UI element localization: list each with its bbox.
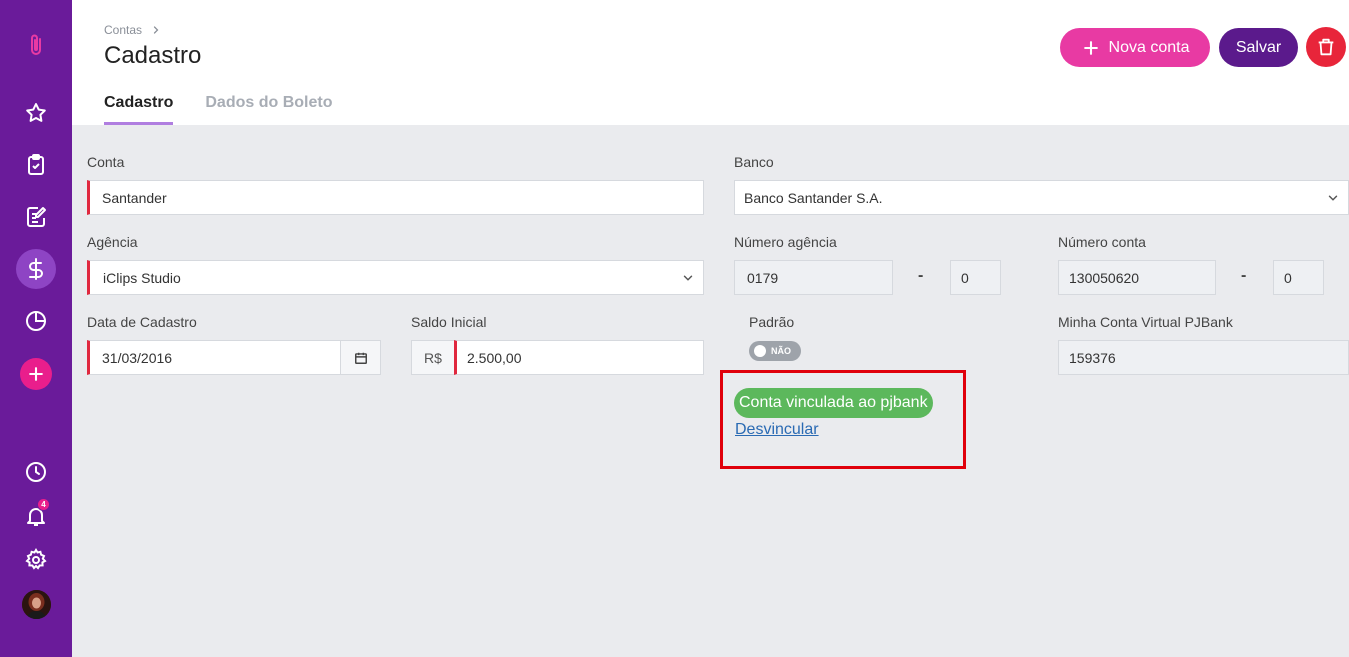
conta-virtual-input[interactable]: 159376 xyxy=(1058,340,1349,375)
saldo-inicial-input[interactable]: 2.500,00 xyxy=(454,340,704,375)
banco-value: Banco Santander S.A. xyxy=(744,189,883,206)
unlink-link[interactable]: Desvincular xyxy=(735,421,819,439)
new-account-button[interactable]: Nova conta xyxy=(1060,28,1210,67)
clock-icon[interactable] xyxy=(16,452,56,492)
chevron-right-icon xyxy=(153,26,159,34)
plus-icon[interactable] xyxy=(20,358,52,390)
numero-conta-value: 130050620 xyxy=(1069,269,1140,286)
chevron-down-icon xyxy=(1328,195,1338,201)
separator-dash: - xyxy=(918,267,924,284)
data-cadastro-label: Data de Cadastro xyxy=(87,314,197,330)
toggle-knob xyxy=(754,345,766,357)
data-cadastro-input[interactable]: 31/03/2016 xyxy=(87,340,341,375)
clipboard-check-icon[interactable] xyxy=(16,145,56,185)
breadcrumb: Contas xyxy=(104,23,162,37)
saldo-inicial-value: 2.500,00 xyxy=(467,349,522,366)
new-account-label: Nova conta xyxy=(1108,38,1190,56)
toggle-text: NÃO xyxy=(771,346,791,356)
padrao-toggle[interactable]: NÃO xyxy=(749,341,801,361)
conta-label: Conta xyxy=(87,154,125,170)
pjbank-linked-badge: Conta vinculada ao pjbank xyxy=(734,388,933,418)
numero-agencia-label: Número agência xyxy=(734,234,837,250)
trash-icon xyxy=(1318,38,1334,56)
digito-conta-input[interactable]: 0 xyxy=(1273,260,1324,295)
notification-badge: 4 xyxy=(37,498,50,511)
numero-conta-label: Número conta xyxy=(1058,234,1146,250)
currency-prefix: R$ xyxy=(411,340,455,375)
banco-label: Banco xyxy=(734,154,774,170)
numero-agencia-value: 0179 xyxy=(747,269,779,286)
conta-virtual-value: 159376 xyxy=(1069,349,1116,366)
calendar-button[interactable] xyxy=(340,340,381,375)
sidebar: 4 xyxy=(0,0,72,657)
agencia-label: Agência xyxy=(87,234,138,250)
numero-conta-input[interactable]: 130050620 xyxy=(1058,260,1216,295)
agencia-select[interactable]: iClips Studio xyxy=(87,260,704,295)
saldo-inicial-label: Saldo Inicial xyxy=(411,314,487,330)
save-button[interactable]: Salvar xyxy=(1219,28,1298,67)
avatar[interactable] xyxy=(22,590,51,619)
paperclip-logo-icon[interactable] xyxy=(16,25,56,65)
page-header: Contas Cadastro Cadastro Dados do Boleto… xyxy=(72,0,1349,125)
digito-agencia-input[interactable]: 0 xyxy=(950,260,1001,295)
digito-agencia-value: 0 xyxy=(961,269,969,286)
chevron-down-icon xyxy=(683,275,693,281)
plus-icon xyxy=(1083,40,1098,55)
banco-select[interactable]: Banco Santander S.A. xyxy=(734,180,1349,215)
conta-value: Santander xyxy=(102,189,167,206)
gear-icon[interactable] xyxy=(16,540,56,580)
highlight-box xyxy=(720,370,966,469)
dollar-icon[interactable] xyxy=(16,249,56,289)
tab-bar: Cadastro Dados do Boleto xyxy=(104,94,332,125)
bell-icon[interactable] xyxy=(16,496,56,536)
conta-virtual-label: Minha Conta Virtual PJBank xyxy=(1058,314,1233,330)
page-title: Cadastro xyxy=(104,42,202,69)
tab-cadastro[interactable]: Cadastro xyxy=(104,94,174,125)
agencia-value: iClips Studio xyxy=(103,269,181,286)
digito-conta-value: 0 xyxy=(1284,269,1292,286)
padrao-label: Padrão xyxy=(749,314,795,330)
conta-input[interactable]: Santander xyxy=(87,180,704,215)
star-icon[interactable] xyxy=(16,93,56,133)
calendar-icon xyxy=(354,352,367,364)
pie-chart-icon[interactable] xyxy=(16,301,56,341)
delete-button[interactable] xyxy=(1306,27,1346,67)
separator-dash: - xyxy=(1241,267,1247,284)
numero-agencia-input[interactable]: 0179 xyxy=(734,260,893,295)
tab-dados-do-boleto[interactable]: Dados do Boleto xyxy=(205,94,332,125)
data-cadastro-value: 31/03/2016 xyxy=(102,349,173,366)
edit-document-icon[interactable] xyxy=(16,197,56,237)
breadcrumb-item[interactable]: Contas xyxy=(104,23,142,37)
